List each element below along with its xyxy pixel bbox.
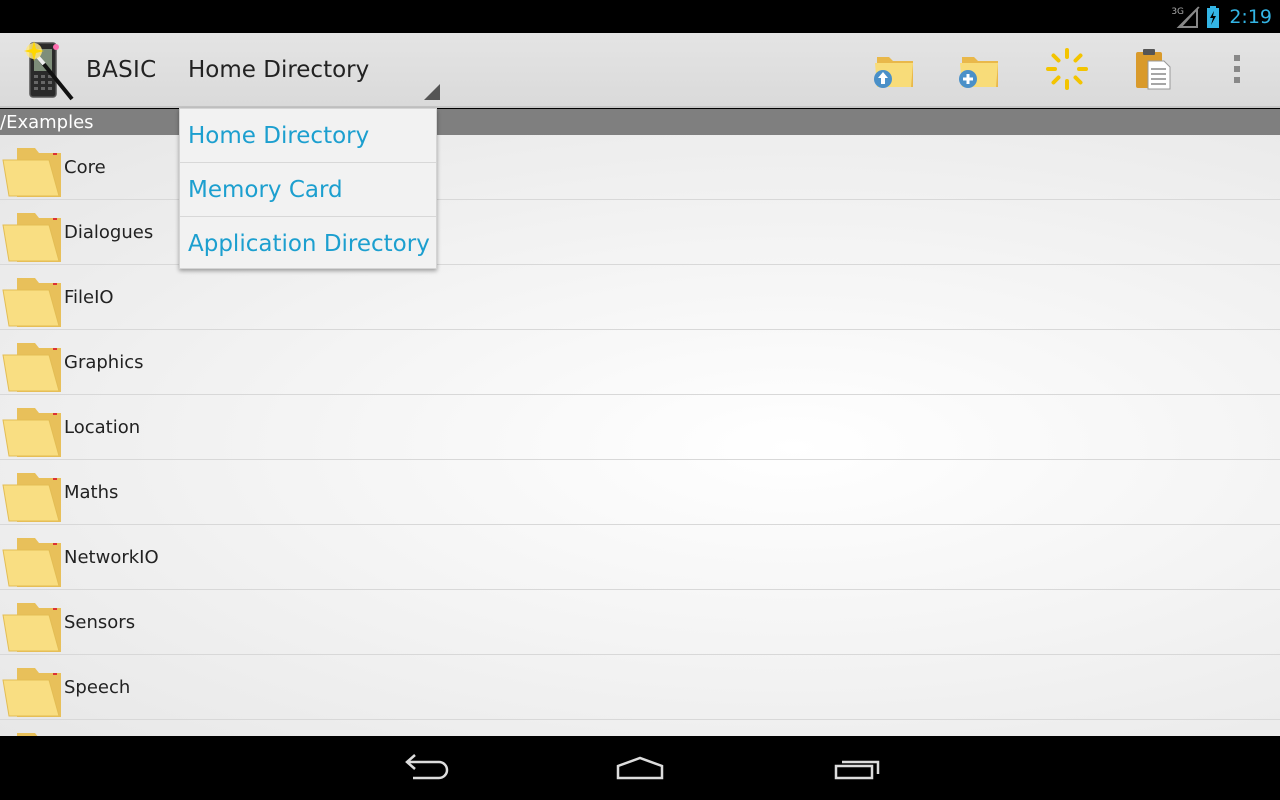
folder-icon	[2, 213, 61, 262]
folder-icon	[2, 668, 61, 717]
new-folder-icon[interactable]	[955, 45, 1003, 93]
list-item[interactable]: Speech	[0, 655, 1280, 720]
spinner-arrow-icon	[424, 84, 440, 100]
list-item[interactable]: Sensors	[0, 590, 1280, 655]
folder-icon	[2, 538, 61, 587]
network-type: 3G	[1171, 6, 1185, 17]
folder-icon	[2, 408, 61, 457]
folder-name: Location	[64, 417, 141, 438]
dropdown-option-home-directory[interactable]: Home Directory	[180, 109, 436, 163]
status-icons: 3G 2:19	[1171, 0, 1272, 33]
home-icon[interactable]	[610, 750, 670, 786]
clock: 2:19	[1229, 5, 1272, 28]
folder-icon	[2, 343, 61, 392]
list-item[interactable]: NetworkIO	[0, 525, 1280, 590]
folder-name: Maths	[64, 482, 119, 503]
folder-name: Core	[64, 157, 106, 178]
folder-icon	[2, 603, 61, 652]
folder-icon	[2, 148, 61, 197]
refresh-sun-icon[interactable]	[1043, 45, 1091, 93]
folder-icon	[2, 278, 61, 327]
list-item[interactable]: Location	[0, 395, 1280, 460]
battery-icon	[1207, 5, 1220, 28]
folder-up-icon[interactable]	[870, 45, 918, 93]
current-path: /Examples	[0, 112, 94, 133]
action-bar: BASIC Home Directory	[0, 33, 1280, 108]
directory-dropdown: Home Directory Memory Card Application D…	[179, 108, 437, 269]
clipboard-paste-icon[interactable]	[1128, 45, 1176, 93]
list-item[interactable]	[0, 720, 1280, 736]
dropdown-option-memory-card[interactable]: Memory Card	[180, 163, 436, 217]
spinner-selected-label: Home Directory	[188, 57, 370, 83]
folder-icon	[17, 733, 38, 736]
folder-name: Graphics	[64, 352, 144, 373]
overflow-menu-icon[interactable]	[1213, 45, 1261, 93]
signal-icon: 3G	[1171, 5, 1201, 29]
folder-name: NetworkIO	[64, 547, 159, 568]
recent-apps-icon[interactable]	[828, 750, 888, 786]
status-bar: 3G 2:19	[0, 0, 1280, 33]
back-icon[interactable]	[395, 750, 455, 786]
list-item[interactable]: Maths	[0, 460, 1280, 525]
folder-name: Sensors	[64, 612, 136, 633]
list-item[interactable]: Graphics	[0, 330, 1280, 395]
folder-name: Speech	[64, 677, 131, 698]
list-item[interactable]: FileIO	[0, 265, 1280, 330]
app-logo-icon[interactable]	[16, 37, 80, 103]
folder-icon	[2, 473, 61, 522]
directory-spinner[interactable]: Home Directory	[180, 33, 442, 106]
navigation-bar	[0, 736, 1280, 800]
dropdown-option-application-directory[interactable]: Application Directory	[180, 217, 436, 271]
folder-name: Dialogues	[64, 222, 154, 243]
app-title: BASIC	[86, 57, 157, 83]
folder-name: FileIO	[64, 287, 114, 308]
